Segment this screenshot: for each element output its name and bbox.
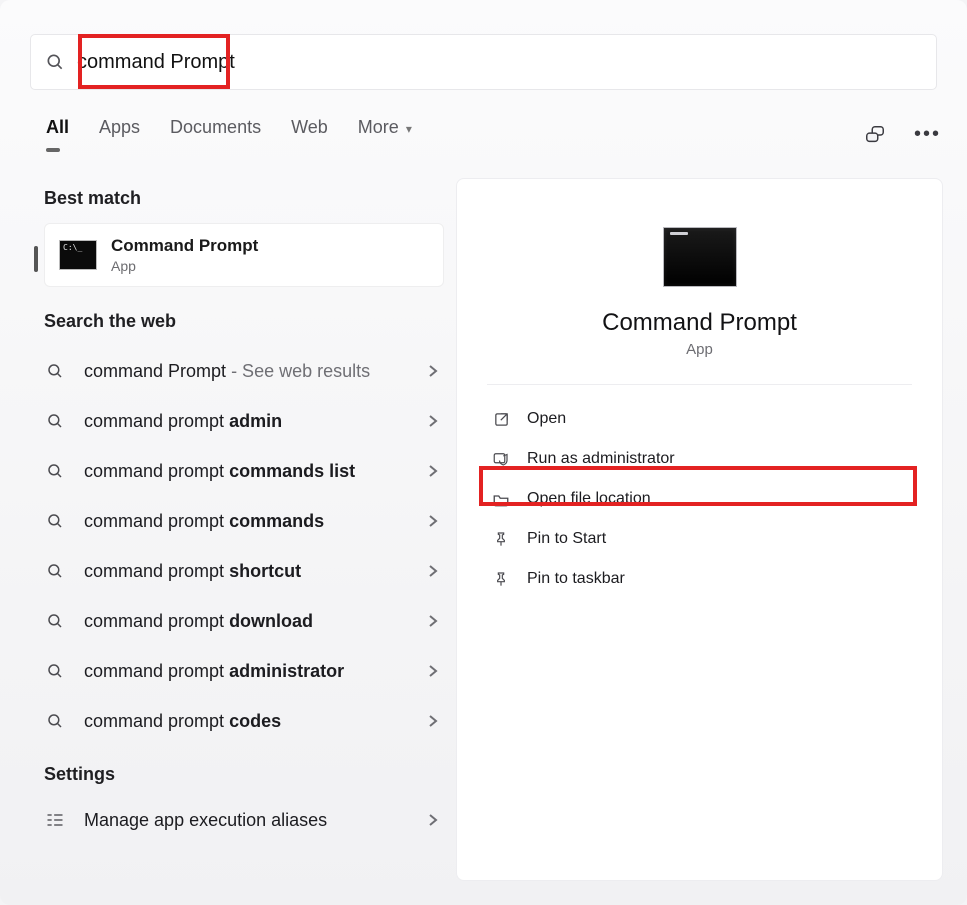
web-result[interactable]: command Prompt - See web results [44, 346, 444, 396]
tab-documents[interactable]: Documents [170, 117, 261, 152]
web-result-text: command prompt admin [84, 411, 410, 432]
search-icon [44, 512, 66, 530]
chevron-right-icon [428, 664, 438, 678]
action-open-file-location[interactable]: Open file location [487, 479, 912, 519]
chevron-right-icon [428, 614, 438, 628]
chevron-right-icon [428, 414, 438, 428]
preview-subtitle: App [686, 341, 713, 358]
pin-icon [491, 570, 511, 588]
web-result-text: command prompt commands [84, 511, 410, 532]
best-match-title: Command Prompt [111, 236, 258, 256]
search-icon [44, 612, 66, 630]
web-result-text: command prompt shortcut [84, 561, 410, 582]
web-result-text: command Prompt - See web results [84, 361, 410, 382]
chevron-right-icon [428, 564, 438, 578]
search-bar[interactable] [30, 34, 937, 90]
pin-icon [491, 530, 511, 548]
divider [487, 384, 912, 385]
tab-more[interactable]: More ▾ [358, 117, 412, 152]
results-column: Best match Command Prompt App Search the… [44, 188, 444, 845]
search-icon [44, 562, 66, 580]
tab-web[interactable]: Web [291, 117, 328, 152]
chevron-down-icon: ▾ [406, 122, 412, 136]
search-window: All Apps Documents Web More ▾ ••• Best m… [0, 0, 967, 905]
tab-more-label: More [358, 117, 399, 137]
tab-all[interactable]: All [46, 117, 69, 152]
best-match-label: Best match [44, 188, 444, 209]
web-result[interactable]: command prompt download [44, 596, 444, 646]
chevron-right-icon [428, 514, 438, 528]
settings-item-label: Manage app execution aliases [84, 810, 410, 831]
settings-item[interactable]: Manage app execution aliases [44, 795, 444, 845]
more-options-icon[interactable]: ••• [914, 123, 941, 146]
search-icon [44, 362, 66, 380]
chat-icon[interactable] [864, 124, 886, 146]
web-result[interactable]: command prompt commands list [44, 446, 444, 496]
command-prompt-icon [59, 240, 97, 270]
action-pin-to-start[interactable]: Pin to Start [487, 519, 912, 559]
search-web-label: Search the web [44, 311, 444, 332]
open-icon [491, 411, 511, 428]
chevron-right-icon [428, 464, 438, 478]
settings-label: Settings [44, 764, 444, 785]
settings-alias-icon [44, 811, 66, 829]
chevron-right-icon [428, 364, 438, 378]
action-label: Pin to taskbar [527, 570, 625, 588]
action-label: Open file location [527, 490, 651, 508]
search-icon [44, 662, 66, 680]
action-run-as-administrator[interactable]: Run as administrator [487, 439, 912, 479]
web-result[interactable]: command prompt commands [44, 496, 444, 546]
best-match-subtitle: App [111, 258, 258, 274]
chevron-right-icon [428, 714, 438, 728]
action-list: Open Run as administrator Open file loca… [487, 399, 912, 599]
action-label: Open [527, 410, 566, 428]
search-icon [44, 462, 66, 480]
web-result-text: command prompt administrator [84, 661, 410, 682]
web-result[interactable]: command prompt admin [44, 396, 444, 446]
web-result-text: command prompt commands list [84, 461, 410, 482]
filter-tabs: All Apps Documents Web More ▾ ••• [46, 117, 941, 152]
preview-title: Command Prompt [602, 309, 797, 337]
web-results-list: command Prompt - See web results command… [44, 346, 444, 746]
shield-icon [491, 450, 511, 468]
settings-list: Manage app execution aliases [44, 795, 444, 845]
command-prompt-large-icon [663, 227, 737, 287]
search-icon [45, 52, 65, 72]
best-match-result[interactable]: Command Prompt App [44, 223, 444, 287]
action-label: Run as administrator [527, 450, 675, 468]
preview-panel: Command Prompt App Open Run as administr… [456, 178, 943, 881]
search-icon [44, 712, 66, 730]
web-result-text: command prompt download [84, 611, 410, 632]
web-result[interactable]: command prompt codes [44, 696, 444, 746]
web-result-text: command prompt codes [84, 711, 410, 732]
action-label: Pin to Start [527, 530, 606, 548]
action-open[interactable]: Open [487, 399, 912, 439]
chevron-right-icon [428, 813, 438, 827]
folder-icon [491, 491, 511, 507]
action-pin-to-taskbar[interactable]: Pin to taskbar [487, 559, 912, 599]
tab-apps[interactable]: Apps [99, 117, 140, 152]
search-input[interactable] [77, 51, 922, 74]
web-result[interactable]: command prompt administrator [44, 646, 444, 696]
web-result[interactable]: command prompt shortcut [44, 546, 444, 596]
search-icon [44, 412, 66, 430]
